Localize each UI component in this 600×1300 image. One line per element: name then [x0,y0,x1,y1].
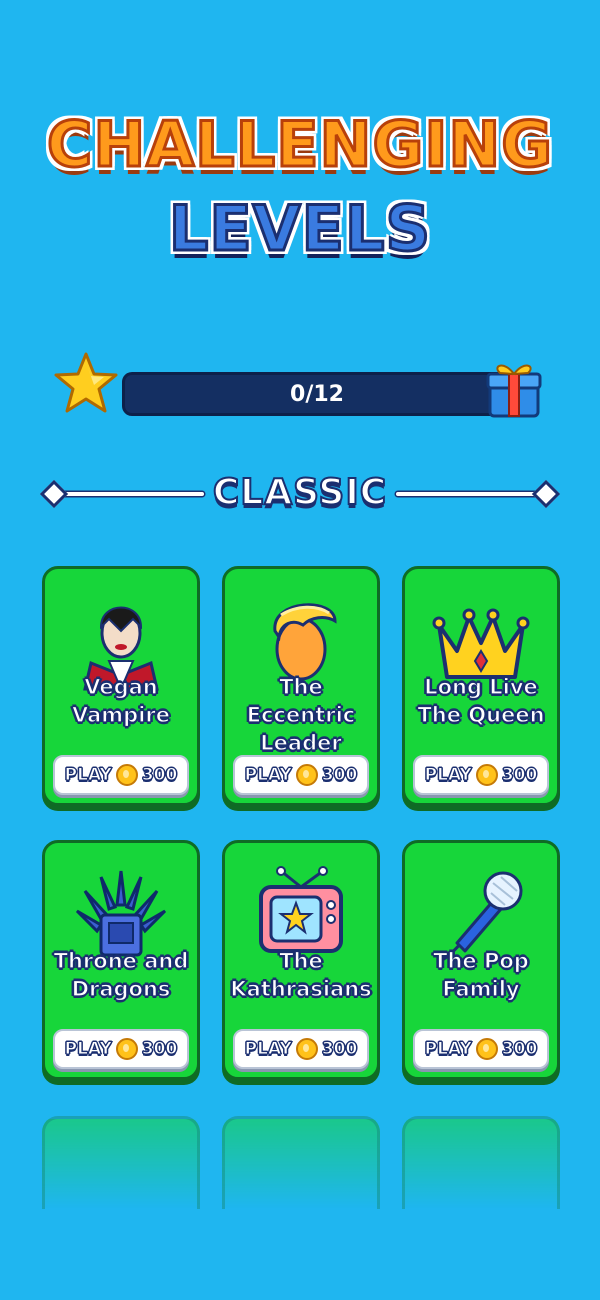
level-card-faded[interactable] [222,1116,380,1209]
price: 300 [141,765,178,786]
coin-icon [115,764,138,786]
level-card[interactable]: The Eccentric Leader PLAY 300 [222,566,380,806]
progress-text: 0/12 [290,381,344,407]
play-label: PLAY [64,1039,112,1060]
price: 300 [501,1039,538,1060]
level-title: Vegan Vampire [71,674,170,727]
progress-bar: 0/12 [122,372,512,416]
section-title: CLASSIC [212,471,388,514]
play-label: PLAY [244,1039,292,1060]
title-line-1: CHALLENGING [45,107,554,183]
coin-icon [295,764,318,786]
play-button[interactable]: PLAY 300 [53,755,189,795]
level-title: The Kathrasians [230,948,372,1001]
play-button[interactable]: PLAY 300 [233,755,369,795]
level-card[interactable]: Vegan Vampire PLAY 300 [42,566,200,806]
level-title: Long Live The Queen [417,674,545,727]
star-icon [54,352,118,413]
coin-icon [115,1038,138,1060]
price: 300 [321,1039,358,1060]
price: 300 [501,765,538,786]
level-card[interactable]: Throne and Dragons PLAY 300 [42,840,200,1080]
play-label: PLAY [64,765,112,786]
play-button[interactable]: PLAY 300 [53,1029,189,1069]
price: 300 [321,765,358,786]
reward-progress: 0/12 [54,350,544,430]
play-button[interactable]: PLAY 300 [233,1029,369,1069]
gift-icon[interactable] [486,358,542,418]
price: 300 [141,1039,178,1060]
level-title: The Eccentric Leader [246,674,356,755]
coin-icon [295,1038,318,1060]
play-button[interactable]: PLAY 300 [413,755,549,795]
play-label: PLAY [244,765,292,786]
level-card[interactable]: The Pop Family PLAY 300 [402,840,560,1080]
play-label: PLAY [424,1039,472,1060]
level-card[interactable]: Long Live The Queen PLAY 300 [402,566,560,806]
level-card[interactable]: The Kathrasians PLAY 300 [222,840,380,1080]
play-label: PLAY [424,765,472,786]
level-title: The Pop Family [433,948,530,1001]
play-button[interactable]: PLAY 300 [413,1029,549,1069]
level-card-faded[interactable] [42,1116,200,1209]
level-card-faded[interactable] [402,1116,560,1209]
title-line-2: LEVELS [167,191,432,267]
coin-icon [475,1038,498,1060]
coin-icon [475,764,498,786]
level-title: Throne and Dragons [53,948,189,1001]
